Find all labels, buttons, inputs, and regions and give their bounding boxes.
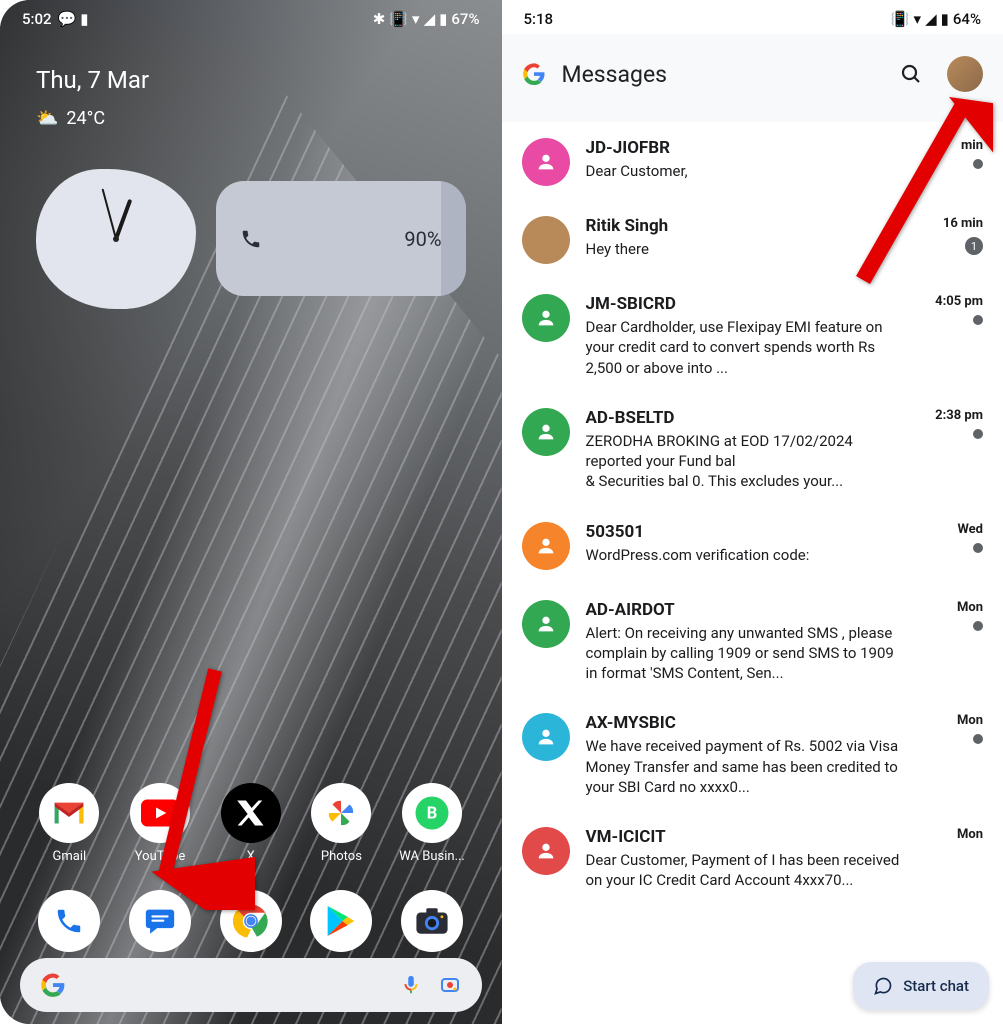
google-g-icon [522, 62, 546, 86]
messages-app: 5:18 📳 ▾ ◢ ▮ 64% Messages JD-JIOFBR Dear… [502, 0, 1003, 1024]
wab-icon: B [402, 783, 462, 843]
status-time: 5:18 [524, 10, 554, 28]
contact-avatar [522, 216, 570, 264]
vibrate-icon: 📳 [389, 10, 408, 28]
message-preview: WordPress.com verification code: [586, 545, 910, 565]
annotation-arrow-messages-icon [135, 660, 255, 910]
contact-avatar [522, 294, 570, 342]
sender-name: 503501 [586, 522, 910, 542]
sender-name: AD-AIRDOT [586, 600, 910, 620]
app-label: WA Busin... [393, 849, 471, 864]
unread-dot [973, 429, 983, 439]
contact-avatar [522, 522, 570, 570]
message-preview: We have received payment of Rs. 5002 via… [586, 736, 910, 797]
app-title: Messages [562, 61, 668, 88]
battery-icon: ▮ [439, 10, 447, 28]
app-label: Gmail [30, 849, 108, 864]
dock-play[interactable] [310, 890, 372, 952]
app-label: Photos [302, 849, 380, 864]
status-battery: 67% [451, 10, 479, 28]
message-time: Mon [957, 713, 983, 728]
battery-fill [441, 181, 466, 296]
lens-icon[interactable] [438, 973, 462, 997]
message-preview: Dear Customer, Payment of I has been rec… [586, 850, 910, 891]
chat-bubble-icon: 💬 [58, 10, 77, 28]
battery-icon: ▮ [941, 10, 949, 28]
conversation-item[interactable]: AD-AIRDOT Alert: On receiving any unwant… [502, 584, 1003, 698]
dock-camera[interactable] [401, 890, 463, 952]
home-screen: 5:02 💬 ▮ ✱ 📳 ▾ ◢ ▮ 67% Thu, 7 Mar ⛅ 24°C [0, 0, 502, 1024]
contact-avatar [522, 713, 570, 761]
start-chat-label: Start chat [903, 977, 969, 995]
svg-text:B: B [427, 804, 438, 823]
battery-percent: 90% [404, 227, 441, 251]
weather-cloud-icon: ⛅ [36, 108, 58, 129]
wifi-icon: ▾ [412, 10, 420, 28]
weather-temp: 24°C [66, 108, 105, 129]
bluetooth-icon: ✱ [373, 10, 386, 28]
app-photos[interactable]: Photos [302, 783, 380, 864]
google-logo-icon [40, 972, 66, 998]
message-preview: Dear Cardholder, use Flexipay EMI featur… [586, 317, 910, 378]
message-time: 2:38 pm [935, 408, 983, 423]
status-bar: 5:02 💬 ▮ ✱ 📳 ▾ ◢ ▮ 67% [0, 0, 502, 34]
phone-handset-icon [240, 228, 262, 250]
message-time: Mon [957, 827, 983, 842]
phone-icon [54, 906, 84, 936]
status-bar: 5:18 📳 ▾ ◢ ▮ 64% [502, 0, 1003, 34]
status-time: 5:02 [22, 10, 52, 28]
message-preview: Alert: On receiving any unwanted SMS , p… [586, 623, 910, 684]
unread-dot [973, 315, 983, 325]
sender-name: VM-ICICIT [586, 827, 910, 847]
app-gmail[interactable]: Gmail [30, 783, 108, 864]
unread-dot [973, 621, 983, 631]
signal-icon: ◢ [925, 10, 937, 28]
sender-name: AD-BSELTD [586, 408, 910, 428]
message-time: Mon [957, 600, 983, 615]
notification-icon: ▮ [80, 10, 88, 28]
clock-widget[interactable] [36, 169, 196, 309]
play-icon [326, 904, 356, 938]
message-preview: ZERODHA BROKING at EOD 17/02/2024 report… [586, 431, 910, 492]
unread-dot [973, 734, 983, 744]
clock-hour-hand [114, 199, 132, 240]
camera-icon [415, 906, 449, 936]
photos-icon [311, 783, 371, 843]
battery-widget[interactable]: 90% [216, 181, 466, 296]
signal-icon: ◢ [424, 10, 436, 28]
google-search-bar[interactable] [20, 958, 482, 1012]
clock-minute-hand [102, 189, 117, 240]
wifi-icon: ▾ [914, 10, 922, 28]
contact-avatar [522, 600, 570, 648]
conversation-item[interactable]: AD-BSELTD ZERODHA BROKING at EOD 17/02/2… [502, 392, 1003, 506]
dock-phone[interactable] [38, 890, 100, 952]
contact-avatar [522, 138, 570, 186]
home-date[interactable]: Thu, 7 Mar [36, 66, 466, 94]
conversation-item[interactable]: AX-MYSBIC We have received payment of Rs… [502, 697, 1003, 811]
chat-bubble-icon [873, 976, 893, 996]
conversation-item[interactable]: VM-ICICIT Dear Customer, Payment of I ha… [502, 811, 1003, 905]
contact-avatar [522, 408, 570, 456]
annotation-arrow-profile-icon [833, 80, 993, 300]
gmail-icon [39, 783, 99, 843]
app-wab[interactable]: B WA Busin... [393, 783, 471, 864]
status-battery: 64% [953, 10, 981, 28]
vibrate-icon: 📳 [891, 10, 910, 28]
mic-icon[interactable] [400, 974, 422, 996]
message-time: Wed [957, 522, 983, 537]
weather-widget[interactable]: ⛅ 24°C [36, 108, 466, 129]
contact-avatar [522, 827, 570, 875]
sender-name: AX-MYSBIC [586, 713, 910, 733]
unread-dot [973, 543, 983, 553]
conversation-item[interactable]: 503501 WordPress.com verification code: … [502, 506, 1003, 584]
start-chat-button[interactable]: Start chat [853, 962, 989, 1010]
